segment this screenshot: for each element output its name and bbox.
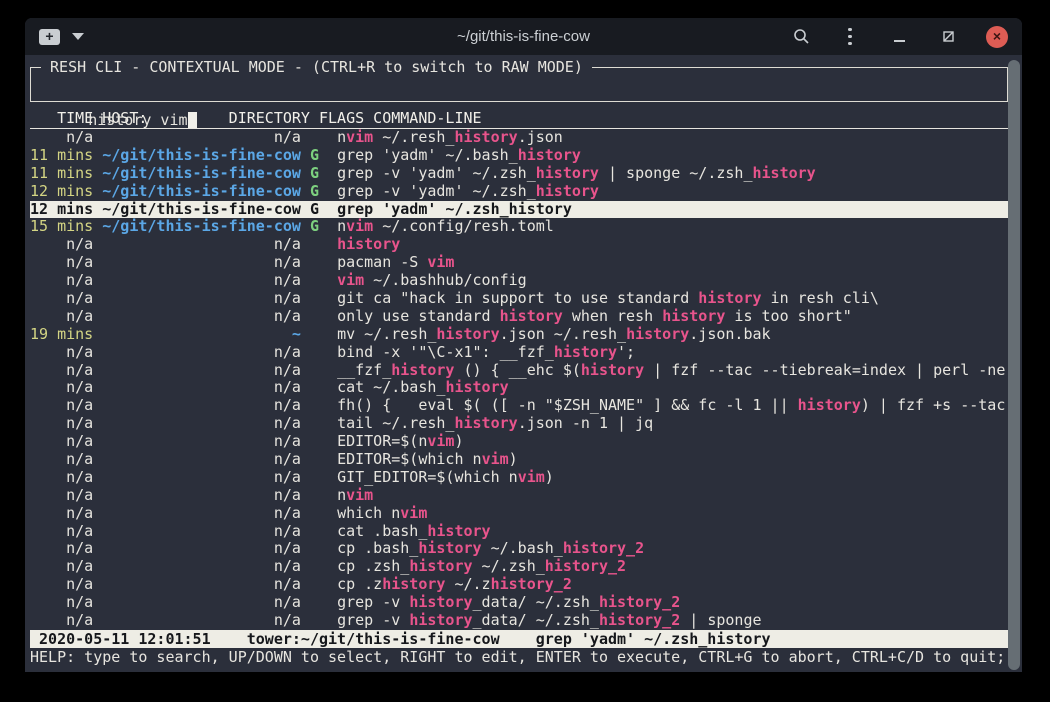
history-row[interactable]: 19 mins ~ mv ~/.resh_history.json ~/.res… (30, 326, 1008, 344)
status-bar: 2020-05-11 12:01:51 tower:~/git/this-is-… (30, 630, 1008, 648)
close-button[interactable]: × (986, 26, 1008, 48)
restore-button[interactable] (937, 26, 959, 48)
history-row-selected[interactable]: 12 mins ~/git/this-is-fine-cow G grep 'y… (30, 201, 1008, 219)
terminal-window: + ~/git/this-is-fine-cow × (25, 18, 1022, 672)
new-tab-icon[interactable]: + (39, 29, 60, 45)
history-row[interactable]: 11 mins ~/git/this-is-fine-cow G grep -v… (30, 165, 1008, 183)
history-row[interactable]: n/a n/a EDITOR=$(which nvim) (30, 451, 1008, 469)
history-row[interactable]: n/a n/a __fzf_history () { __ehc $(histo… (30, 362, 1008, 380)
history-row[interactable]: n/a n/a nvim ~/.resh_history.json (30, 129, 1008, 147)
history-row[interactable]: n/a n/a cp .bash_history ~/.bash_history… (30, 540, 1008, 558)
history-row[interactable]: n/a n/a cp .zhistory ~/.zhistory_2 (30, 576, 1008, 594)
history-row[interactable]: n/a n/a which nvim (30, 505, 1008, 523)
history-row[interactable]: n/a n/a vim ~/.bashhub/config (30, 272, 1008, 290)
search-icon[interactable] (790, 26, 812, 48)
history-row[interactable]: n/a n/a cat .bash_history (30, 523, 1008, 541)
history-list: n/a n/a nvim ~/.resh_history.json11 mins… (30, 129, 1008, 630)
search-input[interactable]: history vim (88, 111, 196, 129)
history-row[interactable]: n/a n/a grep -v history_data/ ~/.zsh_his… (30, 612, 1008, 630)
search-query-text: history vim (88, 111, 187, 129)
chevron-down-icon[interactable] (72, 33, 84, 40)
help-line: HELP: type to search, UP/DOWN to select,… (30, 648, 1008, 667)
search-box-title: RESH CLI - CONTEXTUAL MODE - (CTRL+R to … (41, 58, 592, 77)
history-row[interactable]: n/a n/a history (30, 236, 1008, 254)
history-row[interactable]: n/a n/a git ca "hack in support to use s… (30, 290, 1008, 308)
history-row[interactable]: 15 mins ~/git/this-is-fine-cow G nvim ~/… (30, 218, 1008, 236)
history-row[interactable]: n/a n/a GIT_EDITOR=$(which nvim) (30, 469, 1008, 487)
history-row[interactable]: 12 mins ~/git/this-is-fine-cow G grep -v… (30, 183, 1008, 201)
history-row[interactable]: n/a n/a EDITOR=$(nvim) (30, 433, 1008, 451)
text-cursor (188, 112, 197, 128)
history-row[interactable]: n/a n/a nvim (30, 487, 1008, 505)
minimize-button[interactable] (888, 26, 910, 48)
window-title: ~/git/this-is-fine-cow (457, 28, 590, 45)
history-row[interactable]: 11 mins ~/git/this-is-fine-cow G grep 'y… (30, 147, 1008, 165)
history-row[interactable]: n/a n/a cp .zsh_history ~/.zsh_history_2 (30, 558, 1008, 576)
history-row[interactable]: n/a n/a grep -v history_data/ ~/.zsh_his… (30, 594, 1008, 612)
history-row[interactable]: n/a n/a pacman -S vim (30, 254, 1008, 272)
history-row[interactable]: n/a n/a only use standard history when r… (30, 308, 1008, 326)
menu-kebab-icon[interactable] (839, 26, 861, 48)
scrollbar[interactable] (1008, 60, 1020, 670)
search-box[interactable]: RESH CLI - CONTEXTUAL MODE - (CTRL+R to … (30, 67, 1008, 102)
history-row[interactable]: n/a n/a bind -x '"\C-x1": __fzf_history'… (30, 344, 1008, 362)
history-row[interactable]: n/a n/a cat ~/.bash_history (30, 379, 1008, 397)
terminal-screen: RESH CLI - CONTEXTUAL MODE - (CTRL+R to … (25, 55, 1022, 672)
history-row[interactable]: n/a n/a tail ~/.resh_history.json -n 1 |… (30, 415, 1008, 433)
titlebar: + ~/git/this-is-fine-cow × (25, 18, 1022, 55)
history-row[interactable]: n/a n/a fh() { eval $( ([ -n "$ZSH_NAME"… (30, 397, 1008, 415)
